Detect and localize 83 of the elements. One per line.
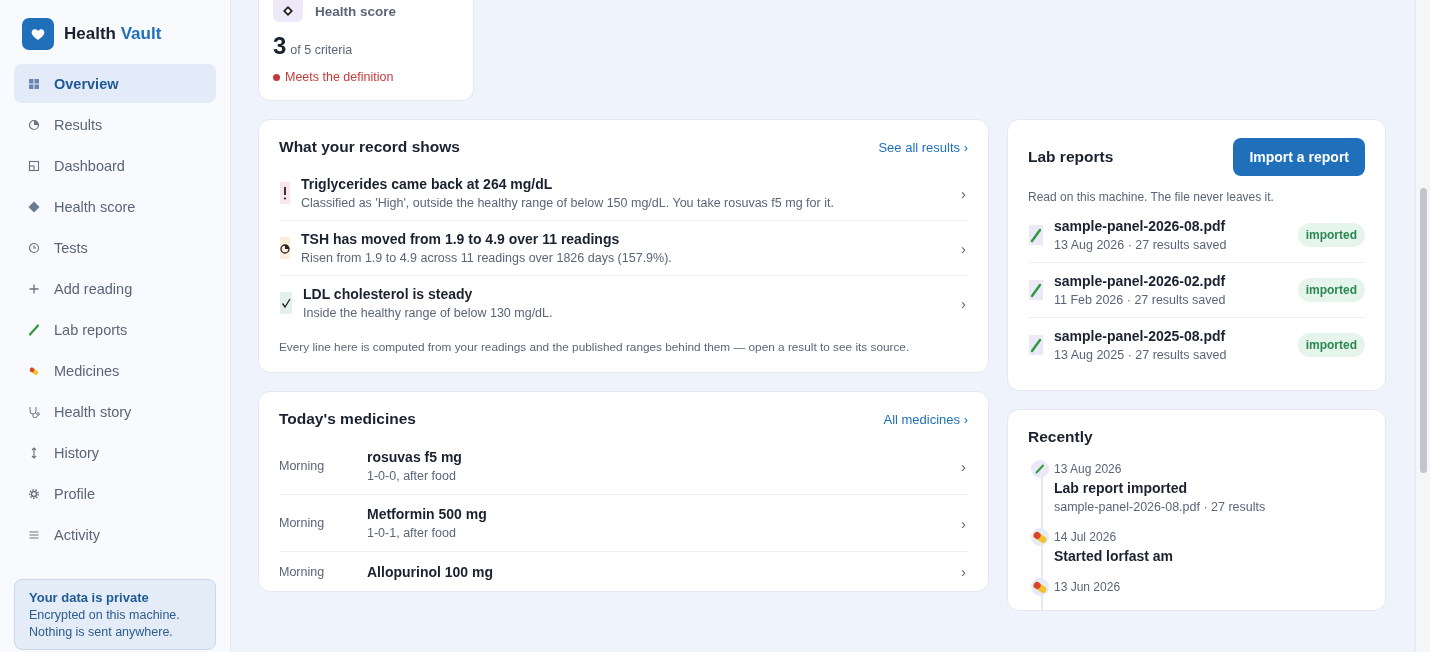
stethoscope-icon bbox=[28, 405, 40, 418]
all-medicines-link[interactable]: All medicines › bbox=[883, 411, 968, 427]
medicine-name: rosuvas f5 mg bbox=[367, 449, 463, 465]
finding-title: Triglycerides came back at 264 mg/dL bbox=[301, 176, 554, 192]
report-meta: 13 Aug 2025 · 27 results saved bbox=[1054, 348, 1228, 362]
nav-item[interactable]: Health story bbox=[14, 392, 216, 431]
nav-item[interactable]: Results bbox=[14, 105, 216, 144]
pen-icon bbox=[1028, 223, 1044, 247]
dose-time: Morning bbox=[279, 564, 326, 579]
chevron[interactable]: › bbox=[961, 457, 968, 475]
status-tag: imported bbox=[1297, 278, 1365, 302]
event-title: Started lorfast am bbox=[1054, 548, 1175, 564]
check-icon bbox=[279, 292, 293, 314]
pie-icon bbox=[279, 237, 291, 259]
privacy-text: Encrypted on this machine. bbox=[29, 608, 181, 622]
report-file: sample-panel-2025-08.pdf bbox=[1054, 328, 1227, 344]
medicine-dose: 1-0-0, after food bbox=[367, 469, 457, 483]
import-note: Read on this machine. The file never leaves it. bbox=[1028, 190, 1275, 204]
status-dot bbox=[273, 73, 280, 81]
medicine-dose: 1-0-1, after food bbox=[367, 526, 457, 540]
window-icon bbox=[28, 159, 40, 172]
nav-item[interactable]: Activity bbox=[14, 515, 216, 554]
app-title: Health Vault bbox=[64, 24, 162, 44]
chevron[interactable]: › bbox=[961, 184, 968, 202]
grid-icon bbox=[28, 77, 40, 90]
privacy-text: Nothing is sent anywhere. bbox=[29, 625, 174, 639]
score-title: Health score bbox=[315, 3, 397, 19]
card-title: Recently bbox=[1028, 428, 1093, 446]
event-date: 13 Aug 2026 bbox=[1054, 462, 1123, 476]
nav-item[interactable]: Add reading bbox=[14, 269, 216, 308]
pen-icon bbox=[1028, 333, 1044, 357]
privacy-title: Your data is private bbox=[29, 590, 150, 605]
pie-icon bbox=[28, 118, 40, 131]
chevron[interactable]: › bbox=[961, 514, 968, 532]
finding-detail: Risen from 1.9 to 4.9 across 11 readings over 1826 days (157.9%). bbox=[301, 251, 673, 265]
pen-icon bbox=[1028, 278, 1044, 302]
status-tag: imported bbox=[1297, 223, 1365, 247]
card-title: Lab reports bbox=[1028, 148, 1114, 166]
chevron[interactable]: › bbox=[961, 294, 968, 312]
clock-icon bbox=[28, 241, 40, 254]
scrollbar[interactable] bbox=[1415, 0, 1430, 652]
chevron[interactable]: › bbox=[961, 239, 968, 257]
plus-icon bbox=[28, 282, 40, 295]
medicine-name: Metformin 500 mg bbox=[367, 506, 488, 522]
lines-icon bbox=[28, 528, 40, 541]
chevron[interactable]: › bbox=[961, 563, 968, 580]
score-caption: of 5 criteria bbox=[290, 43, 353, 57]
see-all-link[interactable]: See all results › bbox=[878, 139, 968, 155]
nav-item[interactable]: Dashboard bbox=[14, 146, 216, 185]
event-date: 14 Jul 2026 bbox=[1054, 530, 1118, 544]
report-file: sample-panel-2026-08.pdf bbox=[1054, 218, 1227, 234]
score-status: Meets the definition bbox=[285, 70, 394, 84]
nav-item[interactable]: History bbox=[14, 433, 216, 472]
finding-detail: Classified as 'High', outside the healthy range of below 150 mg/dL. You take rosuvas f5 mg for it. bbox=[301, 196, 835, 210]
heart-logo-icon bbox=[22, 18, 54, 50]
exclamation-icon bbox=[279, 182, 291, 204]
nav-item[interactable]: Tests bbox=[14, 228, 216, 267]
report-file: sample-panel-2026-02.pdf bbox=[1054, 273, 1227, 289]
card-title: Today's medicines bbox=[279, 410, 416, 428]
import-button[interactable]: Import a report bbox=[1233, 138, 1365, 176]
event-date: 13 Jun 2026 bbox=[1054, 580, 1122, 594]
dose-time: Morning bbox=[279, 516, 326, 530]
event-detail: sample-panel-2026-08.pdf · 27 results bbox=[1054, 500, 1267, 514]
nav-item[interactable]: Medicines bbox=[14, 351, 216, 390]
nav-item[interactable]: Lab reports bbox=[14, 310, 216, 349]
dose-time: Morning bbox=[279, 459, 326, 473]
status-tag: imported bbox=[1297, 333, 1365, 357]
diamond-icon bbox=[28, 200, 40, 213]
report-meta: 13 Aug 2026 · 27 results saved bbox=[1054, 238, 1228, 252]
footnote: Every line here is computed from your readings and the published ranges behind them — open a result to see its source. bbox=[279, 340, 911, 354]
report-meta: 11 Feb 2026 · 27 results saved bbox=[1054, 293, 1227, 307]
pen-icon bbox=[28, 323, 40, 336]
nav-item[interactable]: Overview bbox=[14, 64, 216, 103]
finding-title: LDL cholesterol is steady bbox=[303, 286, 474, 302]
finding-detail: Inside the healthy range of below 130 mg/dL. bbox=[303, 306, 554, 320]
score-value: 3 bbox=[273, 32, 287, 60]
nav-item[interactable]: Profile bbox=[14, 474, 216, 513]
finding-title: TSH has moved from 1.9 to 4.9 over 11 readings bbox=[301, 231, 621, 247]
event-title: Lab report imported bbox=[1054, 480, 1188, 496]
medicine-name: Allopurinol 100 mg bbox=[367, 563, 494, 580]
gear-icon bbox=[28, 487, 40, 500]
nav-item[interactable]: Health score bbox=[14, 187, 216, 226]
card-title: What your record shows bbox=[279, 138, 460, 156]
